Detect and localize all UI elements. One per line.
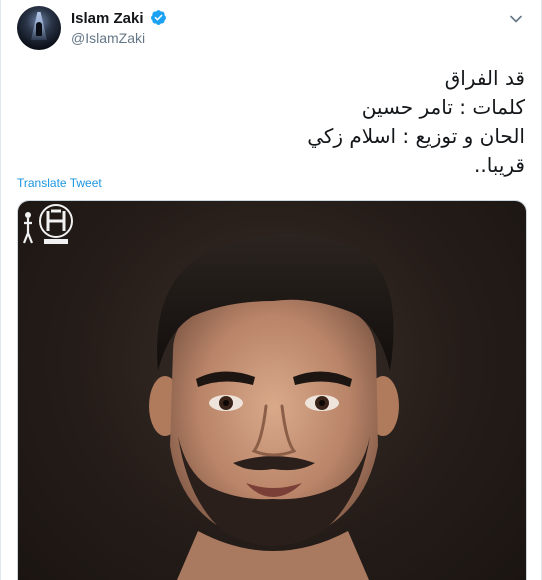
tweet-header: Islam Zaki @IslamZaki (17, 6, 525, 54)
tweet-media-photo[interactable] (17, 200, 527, 580)
author-display-name[interactable]: Islam Zaki (71, 10, 144, 27)
author-names[interactable]: Islam Zaki @IslamZaki (71, 9, 167, 46)
tweet-text: قد الفراق كلمات : تامر حسين الحان و توزي… (25, 64, 525, 180)
author-avatar[interactable] (17, 6, 61, 50)
brand-logo-icon (22, 204, 73, 244)
tweet-text-line: الحان و توزيع : اسلام زكي (307, 124, 525, 148)
portrait-photo (149, 233, 399, 580)
avatar-figure (36, 22, 42, 36)
translate-tweet-link[interactable]: Translate Tweet (17, 176, 102, 190)
tweet-card[interactable]: Islam Zaki @IslamZaki قد الفراق كلمات : … (0, 0, 542, 580)
tweet-text-line: كلمات : تامر حسين (361, 95, 525, 119)
chevron-down-icon[interactable] (509, 12, 523, 26)
verified-badge-icon (151, 10, 166, 25)
tweet-text-line: قد الفراق (444, 66, 525, 90)
author-handle[interactable]: @IslamZaki (71, 30, 167, 46)
